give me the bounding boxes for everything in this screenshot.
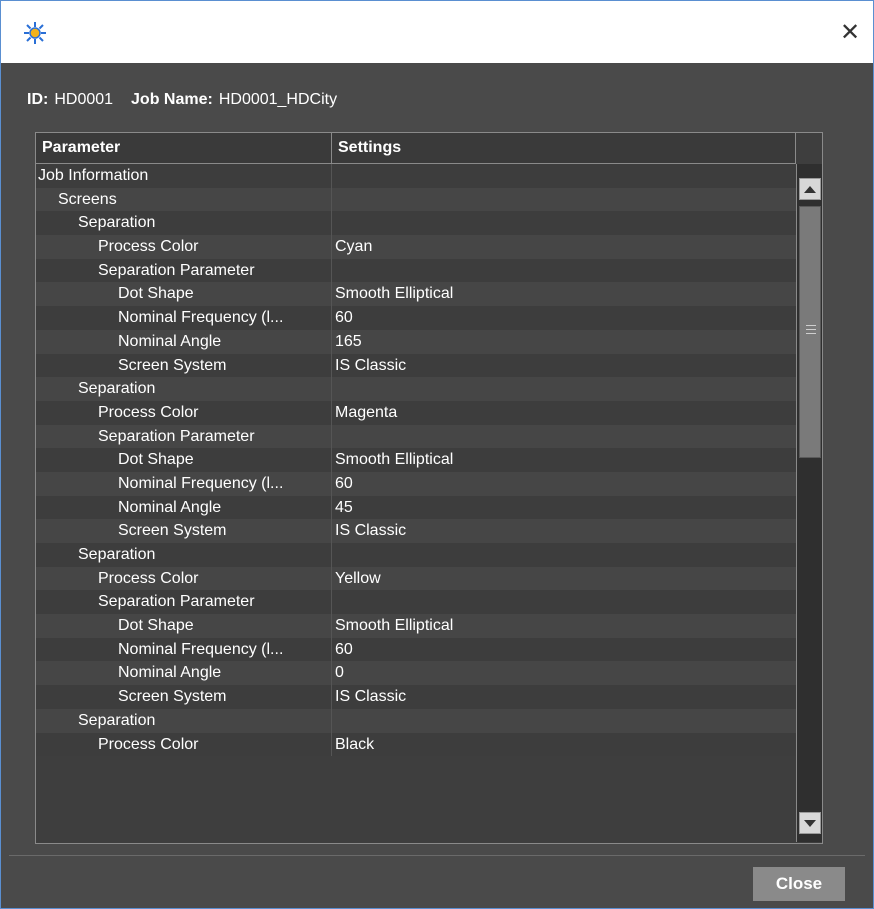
scroll-down-arrow-icon[interactable]	[799, 812, 821, 834]
table-row[interactable]: Nominal Frequency (l... 60	[36, 471, 796, 496]
scrollbar-thumb[interactable]	[799, 206, 821, 458]
settings-cell: Black	[335, 735, 375, 753]
parameter-cell: Process Color	[36, 235, 332, 259]
table-row[interactable]: Separation	[36, 377, 796, 401]
table-row[interactable]: Job Information	[36, 164, 796, 188]
parameter-cell: Nominal Frequency (l...	[36, 471, 332, 496]
parameter-cell: Screen System	[36, 519, 332, 543]
table-row[interactable]: Nominal Angle 45	[36, 495, 796, 520]
table-row[interactable]: Separation Parameter	[36, 424, 796, 449]
parameter-cell: Screen System	[36, 353, 332, 378]
settings-cell	[333, 259, 793, 283]
dialog-content: ID: HD0001 Job Name: HD0001_HDCity Paramete…	[9, 63, 865, 901]
parameter-cell: Job Information	[36, 164, 332, 188]
settings-cell	[333, 543, 793, 567]
parameter-cell: Dot Shape	[36, 614, 332, 638]
table-row[interactable]: Screens	[36, 187, 796, 212]
footer-divider	[9, 855, 865, 856]
table-row[interactable]: Dot Shape Smooth Elliptical	[36, 282, 796, 307]
column-header-parameter[interactable]: Parameter	[36, 133, 332, 163]
parameter-cell: Nominal Angle	[36, 329, 332, 354]
table-row[interactable]: Process Color Yellow	[36, 566, 796, 591]
vertical-scrollbar[interactable]	[796, 164, 822, 842]
table-header: Parameter Settings	[36, 133, 796, 164]
parameter-cell: Process Color	[36, 566, 332, 591]
table-row[interactable]: Nominal Angle 0	[36, 661, 796, 686]
parameter-cell: Nominal Frequency (l...	[36, 306, 332, 330]
column-header-settings[interactable]: Settings	[332, 133, 796, 163]
parameter-table: Parameter Settings Job Information Screen…	[35, 132, 823, 844]
settings-cell	[333, 164, 793, 188]
parameter-cell: Separation Parameter	[36, 258, 332, 283]
table-row[interactable]: Screen System IS Classic	[36, 353, 796, 378]
settings-cell	[333, 188, 793, 212]
id-value: HD0001	[54, 91, 114, 108]
job-info-dialog: ✕ ID: HD0001 Job Name: HD0001_HDCity Parame…	[0, 0, 874, 909]
settings-cell: IS Classic	[335, 688, 407, 706]
settings-cell	[333, 425, 793, 449]
table-row[interactable]: Separation Parameter	[36, 258, 796, 283]
parameter-cell: Dot Shape	[36, 448, 332, 472]
parameter-cell: Nominal Angle	[36, 661, 332, 686]
settings-cell: 60	[335, 640, 353, 658]
parameter-cell: Process Color	[36, 400, 332, 425]
settings-cell	[333, 709, 793, 733]
parameter-cell: Separation Parameter	[36, 424, 332, 449]
parameter-cell: Separation Parameter	[36, 590, 332, 615]
scroll-up-arrow-icon[interactable]	[799, 178, 821, 200]
settings-cell: Magenta	[335, 403, 398, 421]
parameter-cell: Nominal Frequency (l...	[36, 637, 332, 662]
table-row[interactable]: Process Color Cyan	[36, 235, 796, 259]
settings-cell: 60	[335, 309, 353, 327]
table-row[interactable]: Separation	[36, 543, 796, 567]
settings-cell: 45	[335, 498, 353, 516]
table-row[interactable]: Dot Shape Smooth Elliptical	[36, 614, 796, 638]
parameter-cell: Process Color	[36, 732, 332, 757]
grip-icon	[806, 325, 816, 337]
settings-cell: Smooth Elliptical	[335, 451, 454, 469]
job-name-label: Job Name:	[131, 91, 213, 108]
job-name-value: HD0001_HDCity	[218, 91, 338, 108]
settings-cell: Cyan	[335, 238, 373, 256]
settings-cell: Yellow	[335, 569, 381, 587]
table-row[interactable]: Screen System IS Classic	[36, 519, 796, 543]
table-body: Job Information Screens Separation Process …	[36, 164, 796, 842]
table-row[interactable]: Separation	[36, 211, 796, 236]
id-label: ID:	[27, 91, 49, 108]
parameter-cell: Nominal Angle	[36, 495, 332, 520]
settings-cell	[333, 211, 793, 235]
table-row[interactable]: Nominal Frequency (l... 60	[36, 637, 796, 662]
table-row[interactable]: Nominal Angle 165	[36, 329, 796, 354]
close-icon[interactable]: ✕	[837, 19, 863, 45]
settings-cell: 60	[335, 474, 353, 492]
settings-cell	[333, 590, 793, 614]
table-row[interactable]: Separation	[36, 708, 796, 733]
settings-cell: Smooth Elliptical	[335, 285, 454, 303]
settings-cell: 165	[335, 332, 362, 350]
parameter-cell: Separation	[36, 708, 332, 733]
title-bar: ✕	[1, 1, 873, 63]
table-row[interactable]: Screen System IS Classic	[36, 685, 796, 709]
table-row[interactable]: Nominal Frequency (l... 60	[36, 306, 796, 330]
table-row[interactable]: Separation Parameter	[36, 590, 796, 615]
job-header: ID: HD0001 Job Name: HD0001_HDCity	[27, 91, 355, 109]
table-row[interactable]: Process Color Black	[36, 732, 796, 757]
settings-cell	[333, 377, 793, 401]
close-button[interactable]: Close	[753, 867, 845, 901]
settings-cell: 0	[335, 664, 344, 682]
settings-cell: IS Classic	[335, 356, 407, 374]
parameter-cell: Separation	[36, 211, 332, 236]
parameter-cell: Dot Shape	[36, 282, 332, 307]
sun-gear-icon	[24, 22, 46, 44]
table-row[interactable]: Dot Shape Smooth Elliptical	[36, 448, 796, 472]
parameter-cell: Separation	[36, 543, 332, 567]
settings-cell: IS Classic	[335, 522, 407, 540]
parameter-cell: Screen System	[36, 685, 332, 709]
table-row[interactable]: Process Color Magenta	[36, 400, 796, 425]
settings-cell: Smooth Elliptical	[335, 617, 454, 635]
parameter-cell: Screens	[36, 187, 332, 212]
parameter-cell: Separation	[36, 377, 332, 401]
